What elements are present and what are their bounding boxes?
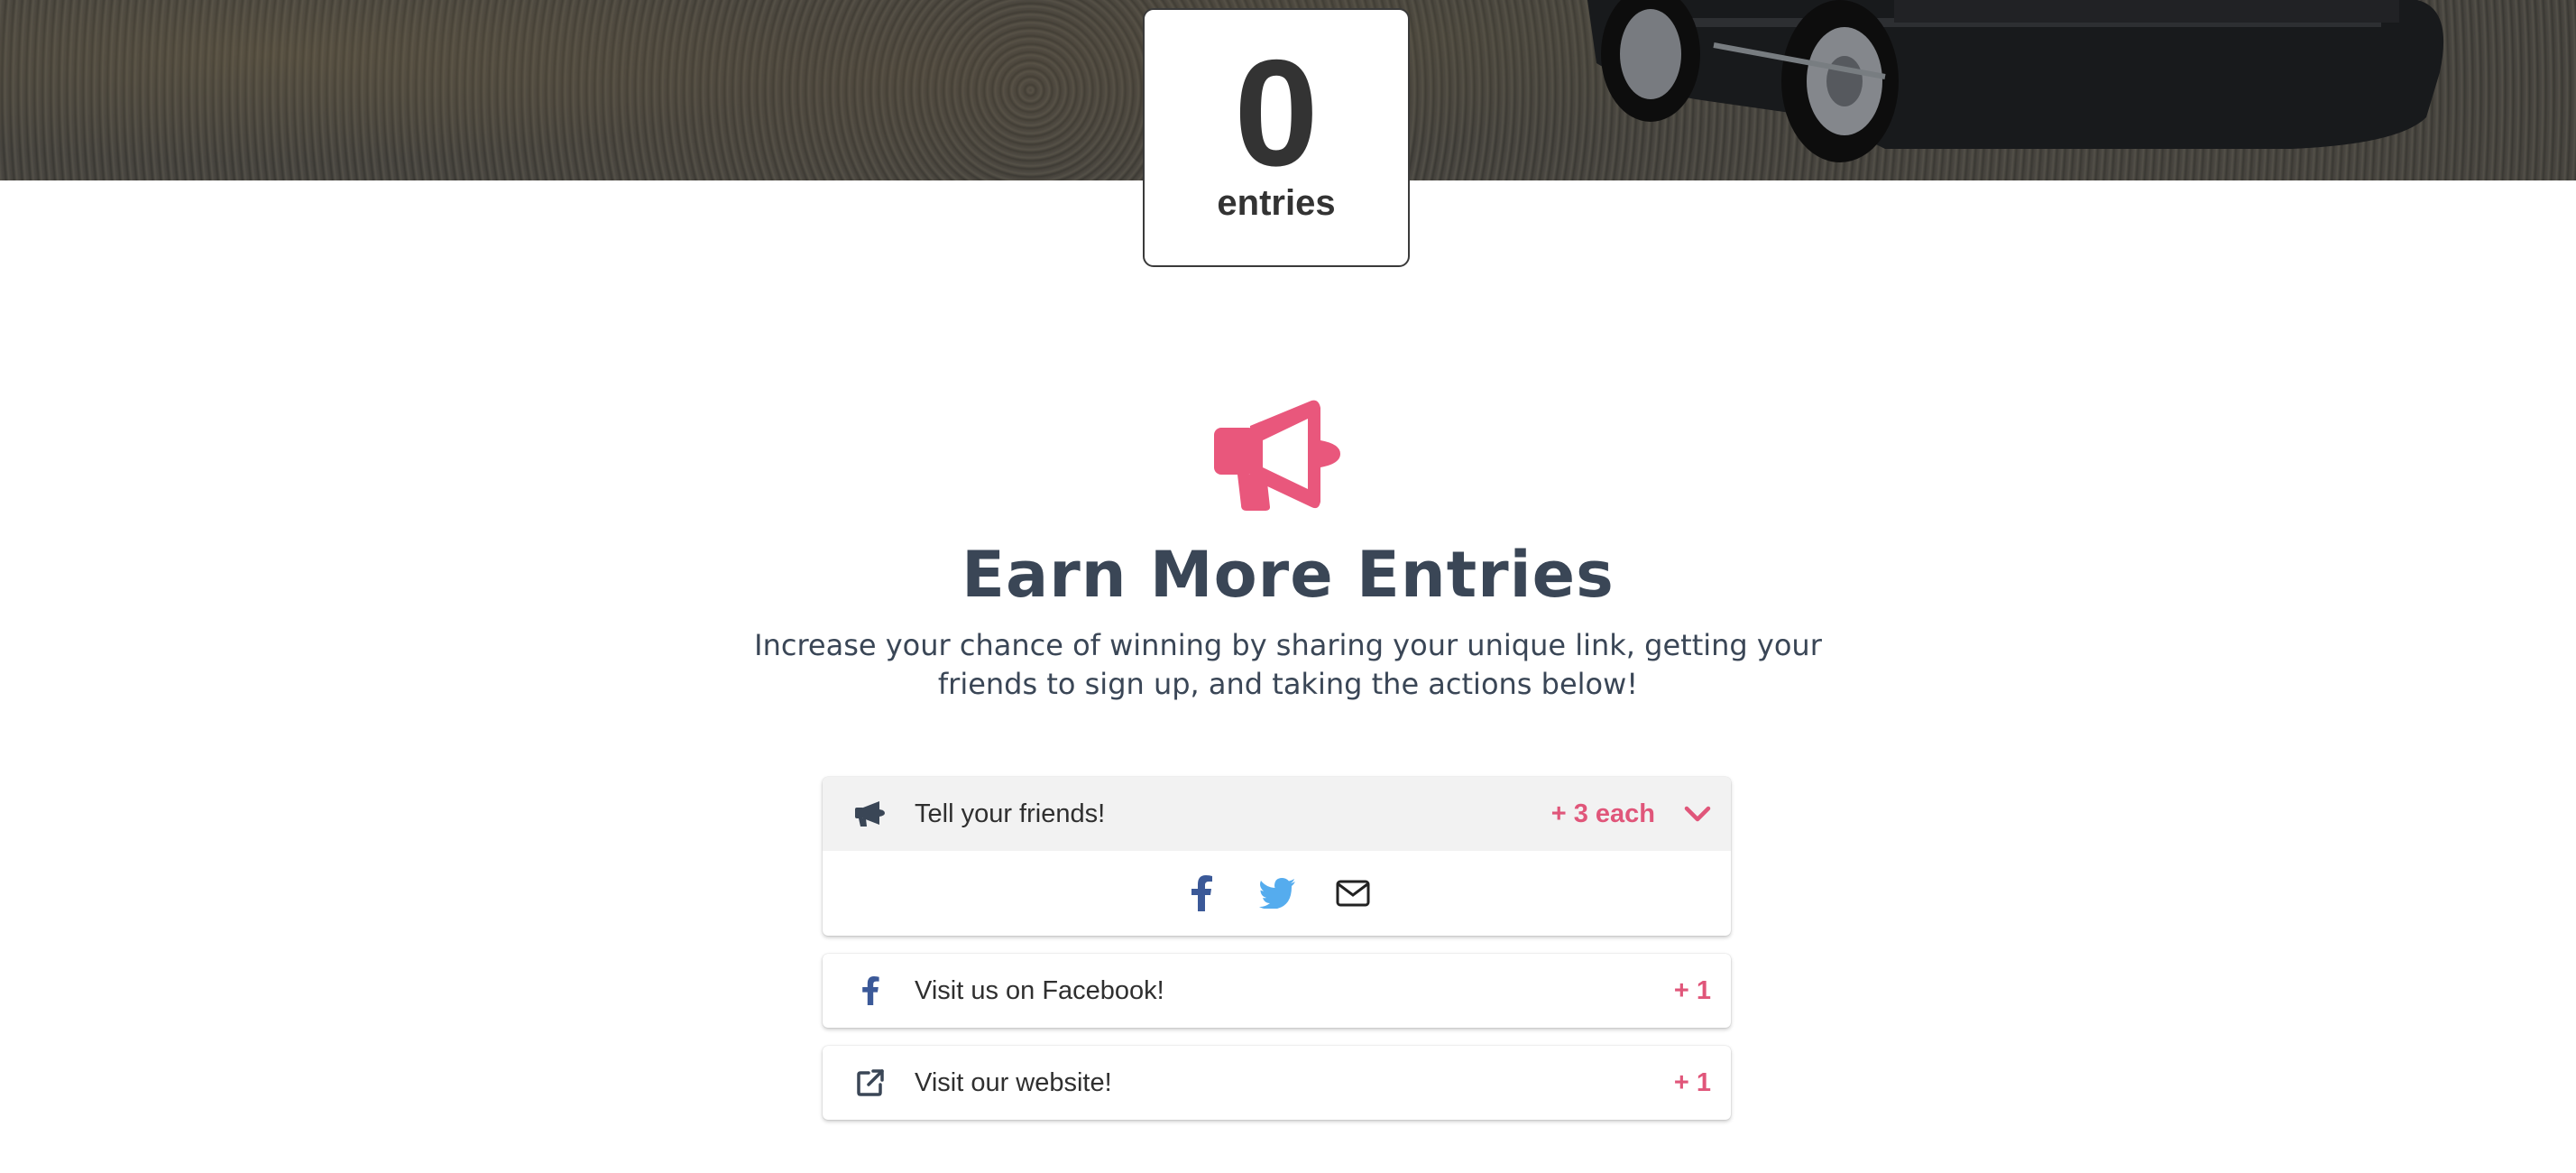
facebook-icon [1191,875,1212,911]
bullhorn-icon [853,797,888,831]
action-row-facebook[interactable]: Visit us on Facebook! + 1 [823,954,1731,1028]
twitter-icon [1258,878,1295,909]
car-image [1587,0,2444,162]
share-twitter-button[interactable] [1256,872,1299,915]
action-card-facebook[interactable]: Visit us on Facebook! + 1 [823,954,1731,1028]
earn-more-subtitle: Increase your chance of winning by shari… [754,628,1822,701]
external-link-icon [853,1066,888,1100]
action-label: Tell your friends! [915,799,1106,828]
chevron-down-icon[interactable] [1680,797,1715,831]
entries-count: 0 [1234,28,1319,198]
action-label: Visit us on Facebook! [915,975,1164,1005]
action-row-website[interactable]: Visit our website! + 1 [823,1046,1731,1120]
action-label: Visit our website! [915,1067,1112,1097]
action-card-website[interactable]: Visit our website! + 1 [823,1046,1731,1120]
action-points: + 3 each [1550,799,1655,828]
share-facebook-button[interactable] [1180,872,1223,915]
action-card-tell-friends: Tell your friends! + 3 each [823,777,1731,936]
earn-more-title: Earn More Entries [961,538,1615,612]
action-points: + 1 [1673,1067,1711,1097]
action-header-tell-friends[interactable]: Tell your friends! + 3 each [823,777,1731,851]
megaphone-icon [1214,400,1340,511]
entries-counter: 0 entries [1143,8,1410,267]
facebook-icon [853,974,888,1008]
email-icon [1336,880,1369,907]
share-email-button[interactable] [1331,872,1375,915]
entries-label: entries [1217,183,1336,223]
action-points: + 1 [1673,975,1711,1005]
share-buttons [823,851,1731,936]
